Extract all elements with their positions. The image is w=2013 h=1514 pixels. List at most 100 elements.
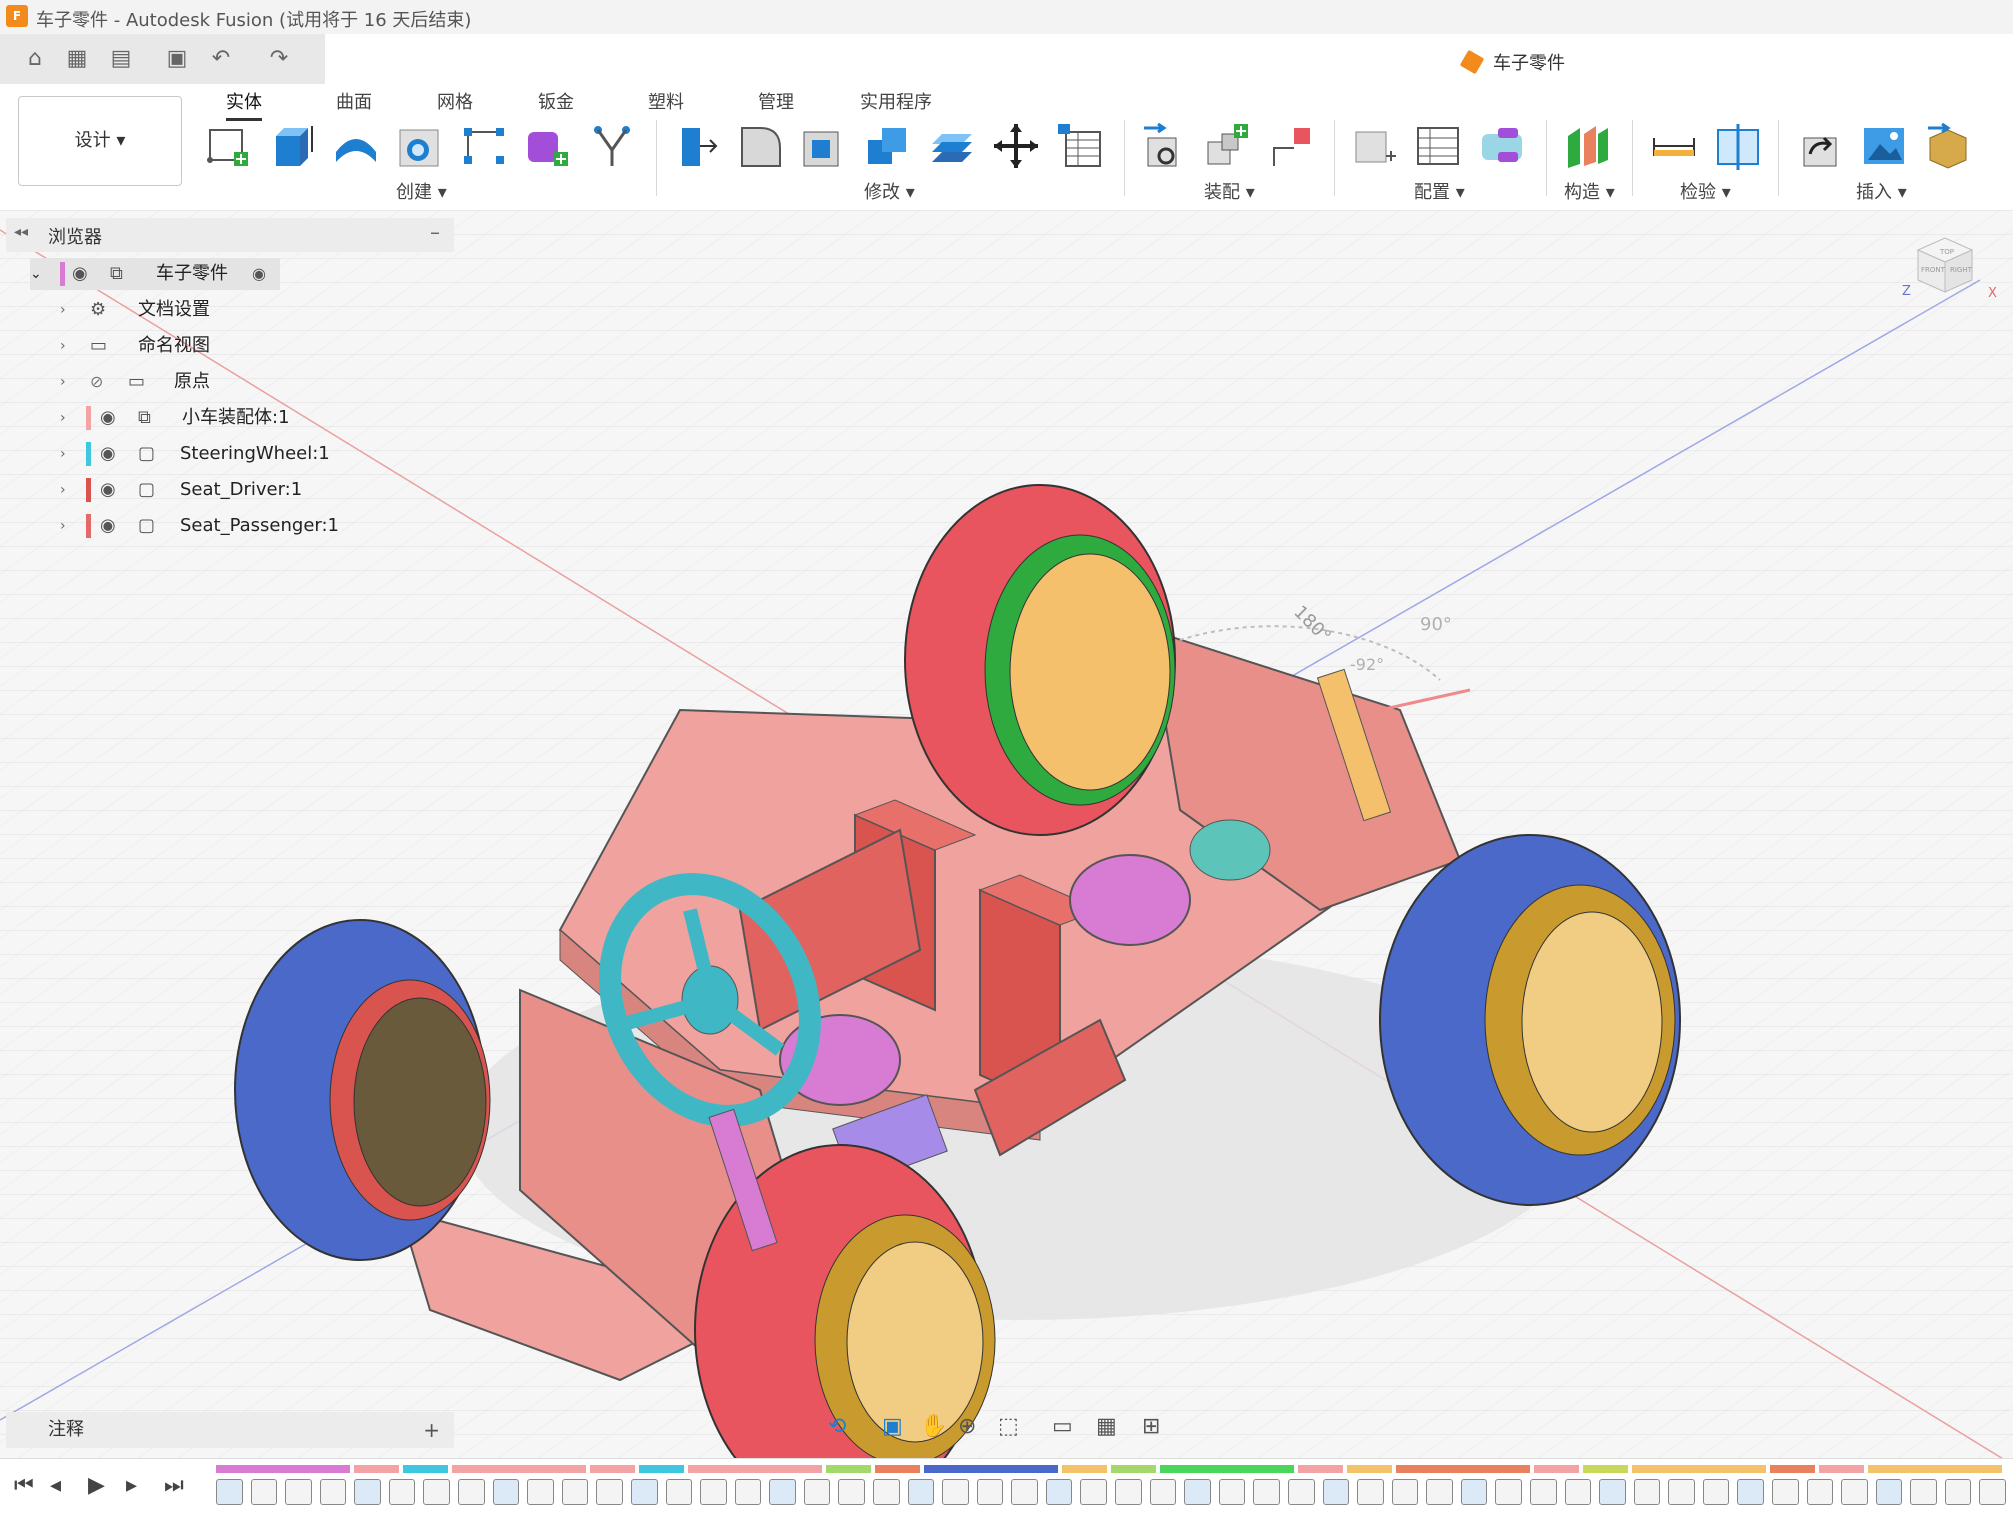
save-icon[interactable]: ▣	[164, 46, 190, 72]
create-sketch-icon[interactable]	[204, 122, 252, 170]
timeline-feature-icon[interactable]	[423, 1479, 451, 1505]
pattern-icon[interactable]	[460, 122, 508, 170]
browser-item-seat-driver[interactable]: › ◉ ▢ Seat_Driver:1	[60, 474, 310, 506]
chevron-right-icon[interactable]: ›	[60, 330, 66, 362]
timeline-feature-icon[interactable]	[1287, 1479, 1315, 1505]
group-configure[interactable]: 配置 ▾	[1414, 178, 1465, 204]
timeline-feature-icon[interactable]	[1841, 1479, 1868, 1505]
workspace-selector[interactable]: 设计 ▾	[18, 96, 182, 186]
look-at-icon[interactable]: ▣	[882, 1414, 903, 1439]
insert-mesh-icon[interactable]	[1924, 122, 1972, 170]
browser-item-doc-settings[interactable]: › ⚙ 文档设置	[60, 294, 220, 326]
timeline-feature-icon[interactable]	[1080, 1479, 1108, 1505]
timeline-feature-icon[interactable]	[1460, 1479, 1488, 1505]
measure-icon[interactable]	[1650, 122, 1698, 170]
extrude-icon[interactable]	[268, 122, 316, 170]
timeline-feature-icon[interactable]	[907, 1479, 935, 1505]
home-icon[interactable]: ⌂	[22, 46, 48, 72]
timeline-feature-icon[interactable]	[596, 1479, 623, 1505]
timeline-feature-icon[interactable]	[285, 1479, 312, 1505]
timeline-feature-icon[interactable]	[1702, 1479, 1730, 1505]
tab-utilities[interactable]: 实用程序	[860, 88, 932, 114]
orbit-icon[interactable]: ⟲	[828, 1414, 846, 1439]
timeline-feature-icon[interactable]	[1529, 1479, 1557, 1505]
timeline-feature-icon[interactable]	[1115, 1479, 1142, 1505]
timeline-feature-icon[interactable]	[700, 1479, 727, 1505]
tab-mesh[interactable]: 网格	[437, 88, 473, 114]
timeline-feature-icon[interactable]	[1564, 1479, 1592, 1505]
timeline-feature-icon[interactable]	[1668, 1479, 1695, 1505]
eye-icon[interactable]: ◉	[100, 402, 116, 434]
redo-icon[interactable]: ↷	[266, 46, 292, 72]
eye-icon[interactable]: ◉	[100, 510, 116, 542]
section-analysis-icon[interactable]	[1714, 122, 1762, 170]
chevron-right-icon[interactable]: ›	[60, 510, 66, 542]
timeline-feature-icon[interactable]	[942, 1479, 969, 1505]
play-icon[interactable]: ▶	[88, 1473, 105, 1498]
press-pull-icon[interactable]	[672, 122, 720, 170]
timeline-feature-icon[interactable]	[492, 1479, 520, 1505]
view-cube[interactable]: TOP FRONT RIGHT	[1912, 232, 1978, 298]
timeline-feature-icon[interactable]	[354, 1479, 381, 1505]
configuration-table-icon[interactable]	[1414, 122, 1462, 170]
group-inspect[interactable]: 检验 ▾	[1680, 178, 1731, 204]
browser-item-origin[interactable]: › ⊘ ▭ 原点	[60, 366, 220, 398]
activate-radio-icon[interactable]: ◉	[252, 258, 266, 290]
combine-icon[interactable]	[864, 122, 912, 170]
tab-solid[interactable]: 实体	[226, 88, 262, 121]
timeline-feature-icon[interactable]	[1979, 1479, 2006, 1505]
group-modify[interactable]: 修改 ▾	[864, 178, 915, 204]
step-back-icon[interactable]: ◂	[50, 1473, 61, 1498]
timeline-feature-icon[interactable]	[665, 1479, 693, 1505]
joint-icon[interactable]	[1204, 122, 1252, 170]
display-settings-icon[interactable]: ▭	[1052, 1414, 1073, 1439]
timeline-feature-icon[interactable]	[1391, 1479, 1419, 1505]
change-parameters-icon[interactable]	[1056, 122, 1104, 170]
chevron-right-icon[interactable]: ›	[60, 294, 66, 326]
fillet-icon[interactable]	[736, 122, 784, 170]
eye-icon[interactable]: ◉	[72, 258, 88, 290]
timeline-feature-icon[interactable]	[1357, 1479, 1384, 1505]
apps-grid-icon[interactable]: ▦	[64, 46, 90, 72]
add-note-button[interactable]: +	[423, 1412, 440, 1448]
timeline-feature-icon[interactable]	[1633, 1479, 1661, 1505]
go-to-start-icon[interactable]: ⏮	[14, 1473, 34, 1498]
eye-icon[interactable]: ◉	[100, 438, 116, 470]
timeline-feature-icon[interactable]	[1875, 1479, 1903, 1505]
timeline-feature-icon[interactable]	[1322, 1479, 1350, 1505]
grid-settings-icon[interactable]: ▦	[1096, 1414, 1117, 1439]
timeline-feature-icon[interactable]	[388, 1479, 416, 1505]
browser-item-steering-wheel[interactable]: › ◉ ▢ SteeringWheel:1	[60, 438, 330, 470]
insert-derive-icon[interactable]	[1796, 122, 1844, 170]
timeline-feature-icon[interactable]	[1149, 1479, 1177, 1505]
timeline-feature-icon[interactable]	[1944, 1479, 1972, 1505]
insert-canvas-icon[interactable]	[1860, 122, 1908, 170]
browser-item-assembly[interactable]: › ◉ ⧉ 小车装配体:1	[60, 402, 300, 434]
document-tab-title[interactable]: 车子零件	[1493, 49, 1565, 75]
timeline-feature-icon[interactable]	[630, 1479, 658, 1505]
browser-root[interactable]: ⌄ ◉ ⧉ 车子零件 ◉	[30, 258, 280, 290]
timeline-feature-icon[interactable]	[769, 1479, 796, 1505]
viewports-icon[interactable]: ⊞	[1142, 1414, 1160, 1439]
timeline-feature-icon[interactable]	[1218, 1479, 1246, 1505]
tab-manage[interactable]: 管理	[758, 88, 794, 114]
chevron-right-icon[interactable]: ›	[60, 474, 66, 506]
tab-sheet-metal[interactable]: 钣金	[538, 88, 574, 114]
tab-surface[interactable]: 曲面	[336, 88, 372, 114]
move-copy-icon[interactable]	[992, 122, 1040, 170]
chevron-right-icon[interactable]: ›	[60, 438, 66, 470]
split-body-icon[interactable]	[928, 122, 976, 170]
browser-item-seat-passenger[interactable]: › ◉ ▢ Seat_Passenger:1	[60, 510, 350, 542]
pan-icon[interactable]: ✋	[920, 1414, 947, 1439]
step-forward-icon[interactable]: ▸	[126, 1473, 137, 1498]
timeline-feature-icon[interactable]	[1910, 1479, 1937, 1505]
group-insert[interactable]: 插入 ▾	[1856, 178, 1907, 204]
timeline-feature-icon[interactable]	[1737, 1479, 1765, 1505]
new-component-icon[interactable]	[1140, 122, 1188, 170]
timeline-feature-icon[interactable]	[458, 1479, 485, 1505]
timeline-feature-icon[interactable]	[1045, 1479, 1073, 1505]
notes-panel[interactable]: 注释 +	[6, 1412, 454, 1448]
chevron-right-icon[interactable]: ›	[60, 402, 66, 434]
shell-icon[interactable]	[800, 122, 848, 170]
chevron-down-icon[interactable]: ⌄	[30, 258, 42, 290]
